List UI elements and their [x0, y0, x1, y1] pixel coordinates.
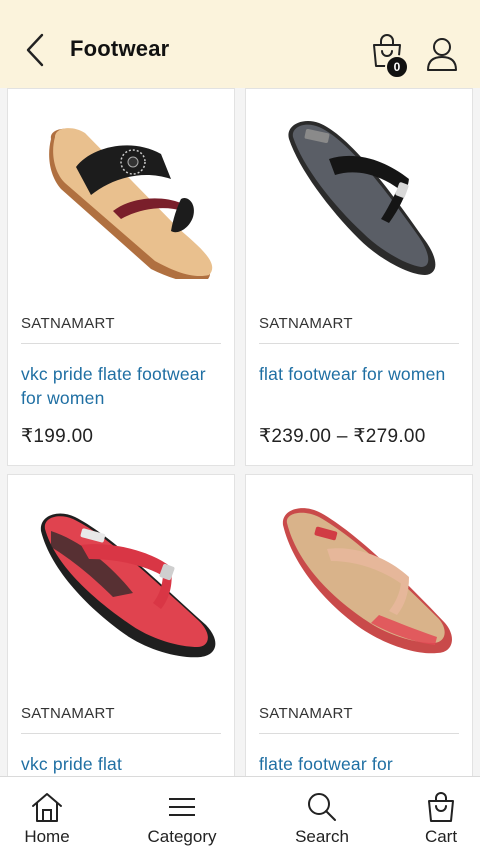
product-vendor: SATNAMART — [259, 315, 353, 332]
product-card[interactable]: SATNAMART vkc pride flate footwear for w… — [7, 88, 235, 466]
divider — [259, 343, 459, 344]
red-cork-flip-flop-image — [282, 508, 452, 654]
nav-home-label: Home — [24, 827, 70, 846]
nav-home[interactable]: Home — [10, 777, 84, 860]
divider — [21, 343, 221, 344]
product-name-link[interactable]: vkc pride flat — [21, 752, 224, 776]
product-card[interactable]: SATNAMART flat footwear for women ₹239.0… — [245, 88, 473, 466]
nav-search[interactable]: Search — [282, 777, 362, 860]
menu-icon — [169, 798, 195, 816]
product-vendor: SATNAMART — [259, 705, 353, 722]
black-flip-flop-image — [288, 120, 436, 275]
product-image[interactable] — [8, 89, 234, 289]
product-card[interactable]: SATNAMART vkc pride flat — [7, 474, 235, 776]
product-name-link[interactable]: vkc pride flate footwear for women — [21, 362, 224, 410]
product-image[interactable] — [8, 475, 234, 675]
cart-count-badge: 0 — [385, 55, 409, 79]
nav-cart-label: Cart — [424, 827, 458, 846]
app: Footwear 0 SATNAMART vkc pride flate foo… — [0, 0, 480, 860]
product-card[interactable]: SATNAMART flate footwear for — [245, 474, 473, 776]
nav-cart[interactable]: Cart — [410, 777, 472, 860]
nav-search-label: Search — [295, 827, 349, 846]
user-icon — [427, 38, 457, 71]
nav-category-label: Category — [147, 827, 217, 846]
shopping-bag-icon — [428, 792, 454, 822]
product-image[interactable] — [246, 475, 472, 675]
product-name-link[interactable]: flat footwear for women — [259, 362, 462, 386]
product-price: ₹239.00 – ₹279.00 — [259, 426, 426, 447]
top-bar: Footwear 0 — [0, 0, 480, 88]
product-image[interactable] — [246, 89, 472, 289]
red-black-flip-flop-image — [40, 513, 216, 658]
divider — [21, 733, 221, 734]
bottom-nav: Home Category Search Cart — [0, 776, 480, 860]
product-price: ₹199.00 — [21, 426, 94, 447]
black-maroon-toe-ring-sandal-image — [49, 128, 213, 279]
product-name-link[interactable]: flate footwear for — [259, 752, 462, 776]
back-button[interactable] — [20, 30, 50, 70]
home-icon — [32, 793, 62, 822]
product-vendor: SATNAMART — [21, 315, 115, 332]
product-grid: SATNAMART vkc pride flate footwear for w… — [0, 88, 480, 776]
nav-category[interactable]: Category — [136, 777, 228, 860]
search-icon — [308, 793, 336, 821]
page-title: Footwear — [70, 36, 170, 61]
account-button[interactable] — [425, 36, 461, 74]
product-vendor: SATNAMART — [21, 705, 115, 722]
chevron-left-icon — [26, 33, 44, 67]
divider — [259, 733, 459, 734]
